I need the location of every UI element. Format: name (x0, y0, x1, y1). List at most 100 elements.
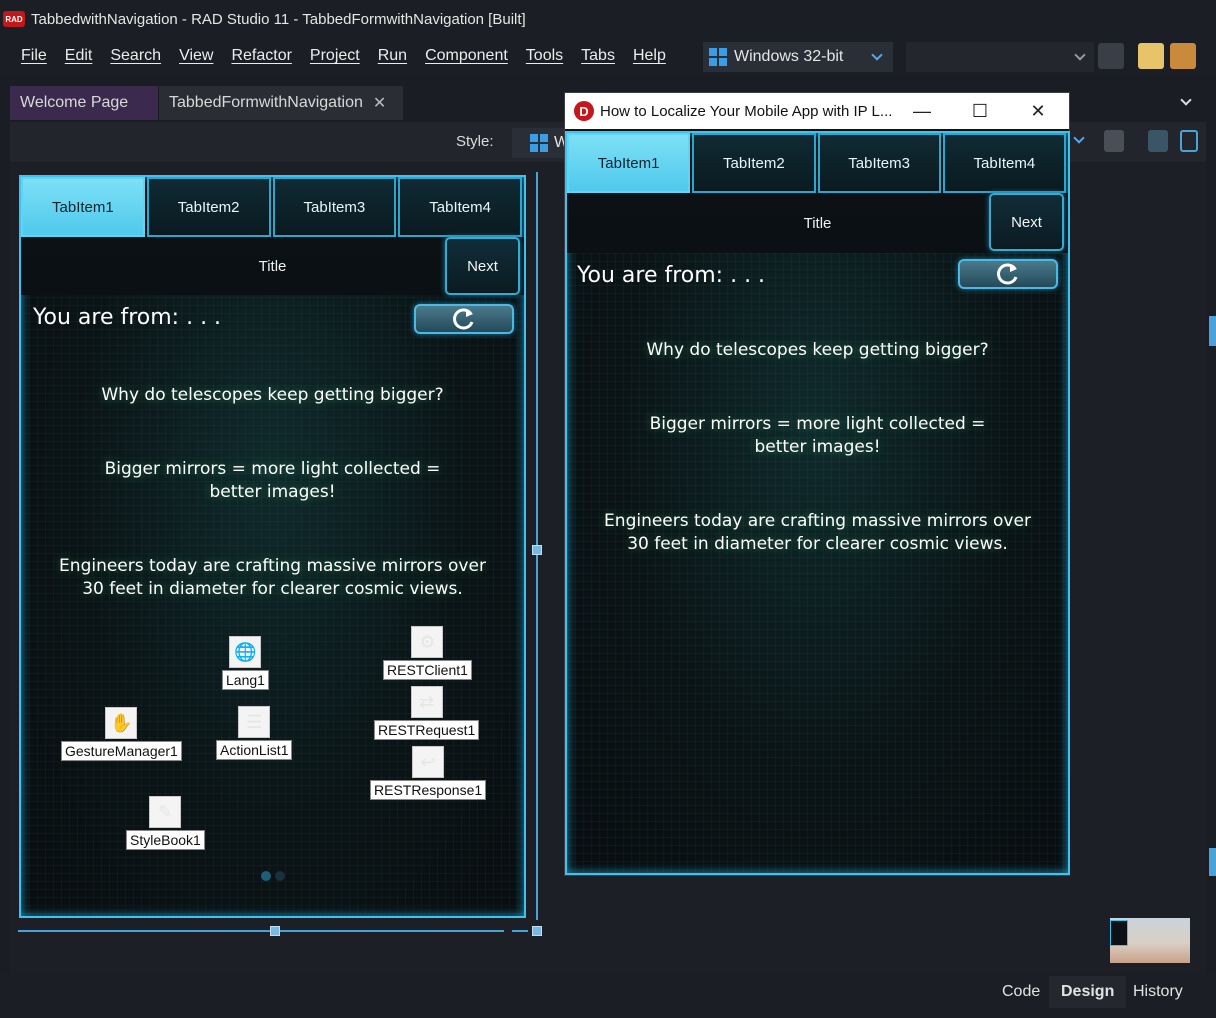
toolbar-title: Title (803, 214, 832, 232)
component-label: StyleBook1 (126, 830, 205, 850)
toolbar-title: Title (258, 257, 287, 275)
answer-text: Bigger mirrors = more light collected = … (649, 414, 986, 457)
tab-item-4[interactable]: TabItem4 (398, 177, 522, 237)
window-title: TabbedwithNavigation - RAD Studio 11 - T… (31, 10, 526, 28)
maximize-button[interactable]: ☐ (951, 93, 1009, 129)
tab-code[interactable]: Code (990, 976, 1052, 1008)
refresh-button[interactable] (414, 304, 514, 334)
page-indicator-dot[interactable] (275, 871, 285, 881)
component-label: ActionList1 (216, 740, 293, 760)
preview-title-bar: D How to Localize Your Mobile App with I… (565, 93, 1069, 129)
component-label: RESTClient1 (383, 660, 472, 680)
globe-icon: 🌐 (229, 636, 262, 668)
menu-view[interactable]: View (170, 47, 222, 65)
tab-history[interactable]: History (1121, 976, 1195, 1008)
rest-request-component[interactable]: ⇄ RESTRequest1 (374, 686, 480, 740)
selection-edge (512, 930, 528, 932)
preview-window-title: How to Localize Your Mobile App with IP … (600, 102, 893, 120)
delphi-logo-icon: D (574, 101, 594, 121)
menu-refactor[interactable]: Refactor (222, 47, 300, 65)
platform-dropdown[interactable]: Windows 32-bit (703, 42, 893, 72)
menu-file[interactable]: File (12, 47, 56, 65)
tab-tabbed-form[interactable]: TabbedFormwithNavigation ✕ (159, 86, 403, 120)
tab-welcome-page[interactable]: Welcome Page (10, 86, 158, 120)
resize-handle[interactable] (532, 545, 542, 555)
chevron-down-icon[interactable] (1073, 132, 1085, 144)
windows-icon (709, 48, 727, 66)
tab-item-3[interactable]: TabItem3 (272, 177, 397, 237)
menu-edit[interactable]: Edit (56, 47, 102, 65)
new-item-icon[interactable] (1138, 43, 1164, 69)
component-label: Lang1 (222, 670, 269, 690)
refresh-button[interactable] (958, 259, 1058, 289)
gesture-icon: ✋ (105, 707, 138, 739)
close-button[interactable]: ✕ (1009, 93, 1067, 129)
designer-form[interactable]: TabItem1 TabItem2 TabItem3 TabItem4 Titl… (19, 175, 526, 918)
preview-thumbnail[interactable] (1110, 918, 1190, 963)
run-icon[interactable] (1098, 43, 1124, 69)
tab-label: Welcome Page (20, 94, 129, 111)
menu-run[interactable]: Run (369, 47, 416, 65)
menu-tools[interactable]: Tools (517, 47, 572, 65)
orientation-icon[interactable] (1148, 130, 1168, 152)
platform-value: Windows 32-bit (734, 48, 844, 65)
tabs-overflow-chevron-icon[interactable] (1180, 94, 1192, 106)
menu-project[interactable]: Project (301, 47, 369, 65)
refresh-icon (997, 263, 1018, 285)
component-label: GestureManager1 (61, 741, 182, 761)
rest-request-icon: ⇄ (410, 686, 443, 718)
next-button[interactable]: Next (989, 193, 1064, 251)
delete-view-icon[interactable] (1104, 130, 1124, 152)
tab-design[interactable]: Design (1049, 976, 1127, 1008)
page-indicator-dot[interactable] (261, 871, 271, 881)
selection-edge (18, 930, 504, 932)
tab-item-4[interactable]: TabItem4 (942, 133, 1066, 193)
stylebook-icon: ✎ (149, 796, 182, 828)
tab-item-1[interactable]: TabItem1 (21, 177, 145, 237)
resize-handle[interactable] (532, 926, 542, 936)
stylebook-component[interactable]: ✎ StyleBook1 (126, 796, 205, 850)
device-frame-icon[interactable] (1180, 130, 1198, 152)
tab-item-2[interactable]: TabItem2 (692, 133, 816, 193)
tab-item-1[interactable]: TabItem1 (567, 133, 691, 193)
menu-component[interactable]: Component (416, 47, 517, 65)
gesture-manager-component[interactable]: ✋ GestureManager1 (61, 707, 182, 761)
style-label: Style: (456, 133, 494, 150)
title-bar: RAD TabbedwithNavigation - RAD Studio 11… (0, 0, 1216, 38)
menu-tabs[interactable]: Tabs (572, 47, 624, 65)
rest-response-component[interactable]: ↩ RESTResponse1 (370, 746, 487, 800)
question-text: Why do telescopes keep getting bigger? (646, 340, 989, 360)
editor-view-tabs: Code Design History (0, 974, 1216, 1018)
build-config-dropdown[interactable] (906, 42, 1094, 72)
component-label: RESTRequest1 (374, 720, 480, 740)
detail-text: Engineers today are crafting massive mir… (59, 556, 486, 599)
resize-handle[interactable] (270, 926, 280, 936)
action-list-component[interactable]: ☰ ActionList1 (216, 706, 293, 760)
menu-help[interactable]: Help (624, 47, 675, 65)
answer-text: Bigger mirrors = more light collected = … (104, 459, 441, 502)
menu-search[interactable]: Search (101, 47, 170, 65)
windows-icon (530, 134, 548, 152)
scrollbar-thumb[interactable] (1209, 316, 1216, 346)
close-icon[interactable]: ✕ (373, 93, 386, 113)
next-button[interactable]: Next (445, 237, 520, 295)
minimize-button[interactable]: — (893, 93, 951, 129)
location-label: You are from: . . . (577, 263, 766, 288)
tab-control: TabItem1 TabItem2 TabItem3 TabItem4 (21, 177, 524, 237)
component-label: RESTResponse1 (370, 780, 487, 800)
rad-logo-icon: RAD (3, 11, 25, 27)
menu-bar: File Edit Search View Refactor Project R… (0, 38, 1216, 74)
rest-response-icon: ↩ (412, 746, 445, 778)
open-folder-icon[interactable] (1170, 43, 1196, 69)
preview-form: TabItem1 TabItem2 TabItem3 TabItem4 Titl… (565, 131, 1070, 875)
tab-control: TabItem1 TabItem2 TabItem3 TabItem4 (567, 133, 1068, 193)
preview-window: D How to Localize Your Mobile App with I… (564, 92, 1070, 876)
tab-item-2[interactable]: TabItem2 (146, 177, 271, 237)
style-dropdown[interactable]: Wi (512, 128, 573, 158)
lang-component[interactable]: 🌐 Lang1 (222, 636, 269, 690)
tab-item-3[interactable]: TabItem3 (817, 133, 941, 193)
rest-client-component[interactable]: ⚙ RESTClient1 (383, 626, 472, 680)
scrollbar-thumb[interactable] (1209, 848, 1216, 876)
action-list-icon: ☰ (238, 706, 271, 738)
detail-text: Engineers today are crafting massive mir… (604, 511, 1031, 554)
